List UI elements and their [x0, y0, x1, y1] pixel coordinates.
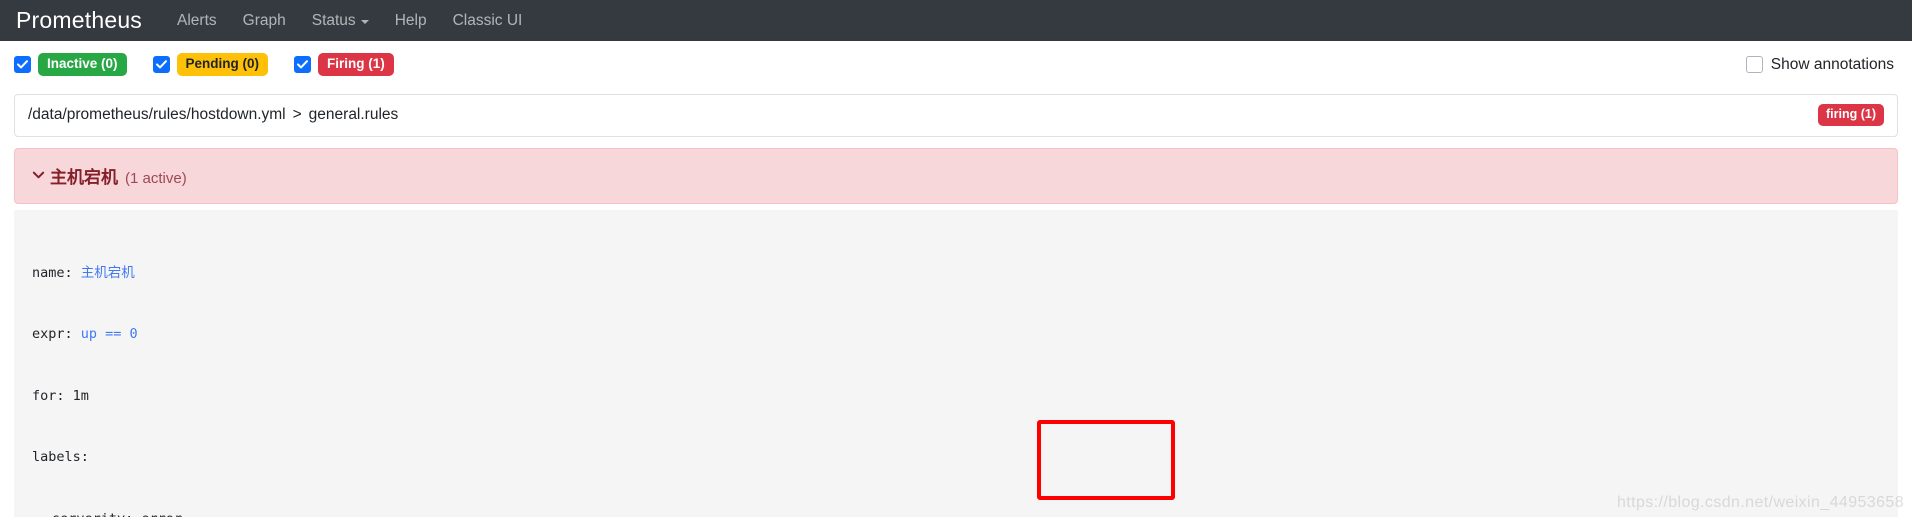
code-line: for: 1m: [14, 386, 1898, 407]
show-annotations-control[interactable]: Show annotations: [1745, 55, 1894, 74]
code-line: labels:: [14, 447, 1898, 468]
code-line: name: 主机宕机: [14, 263, 1898, 284]
nav-link-classic-ui[interactable]: Classic UI: [440, 13, 536, 29]
brand-prometheus[interactable]: Prometheus: [16, 9, 142, 32]
alert-active-count: (1 active): [125, 169, 187, 187]
rule-definition-code: name: 主机宕机 expr: up == 0 for: 1m labels:…: [14, 209, 1898, 517]
yaml-key: name:: [32, 264, 73, 281]
filter-inactive[interactable]: Inactive (0): [14, 53, 127, 77]
chevron-down-icon[interactable]: [31, 167, 46, 187]
filter-row: Inactive (0) Pending (0) Firing (1) Show…: [0, 41, 1912, 86]
nav-link-graph[interactable]: Graph: [230, 13, 299, 29]
watermark: https://blog.csdn.net/weixin_44953658: [1617, 494, 1904, 511]
navbar: Prometheus Alerts Graph Status Help Clas…: [0, 0, 1912, 41]
yaml-value[interactable]: 主机宕机: [81, 265, 135, 281]
checkbox-pending[interactable]: [152, 56, 170, 74]
yaml-key: for:: [32, 387, 65, 404]
nav-link-status[interactable]: Status: [299, 13, 382, 29]
page-root: Prometheus Alerts Graph Status Help Clas…: [0, 0, 1912, 517]
rule-group-card: /data/prometheus/rules/hostdown.yml > ge…: [14, 94, 1898, 137]
badge-firing[interactable]: Firing (1): [318, 53, 394, 77]
rule-group-name: general.rules: [308, 105, 399, 123]
filter-pending[interactable]: Pending (0): [152, 53, 269, 77]
yaml-key: expr:: [32, 326, 73, 343]
yaml-value: error: [141, 511, 182, 517]
code-line: expr: up == 0: [14, 324, 1898, 345]
nav-link-status-label: Status: [311, 11, 356, 29]
yaml-value[interactable]: up == 0: [81, 326, 138, 342]
yaml-key: serverity:: [52, 511, 133, 517]
chevron-down-icon: [360, 19, 369, 24]
code-line: serverity: error: [14, 509, 1898, 517]
badge-inactive[interactable]: Inactive (0): [38, 53, 127, 77]
breadcrumb-separator: >: [292, 105, 302, 123]
nav-link-help[interactable]: Help: [382, 13, 440, 29]
nav-link-alerts[interactable]: Alerts: [164, 13, 230, 29]
filter-firing[interactable]: Firing (1): [294, 53, 394, 77]
checkbox-inactive[interactable]: [14, 56, 31, 74]
badge-pending[interactable]: Pending (0): [176, 53, 269, 77]
yaml-key: labels:: [32, 449, 89, 466]
rule-file-path: /data/prometheus/rules/hostdown.yml: [28, 105, 286, 123]
group-status-badge: firing (1): [1818, 104, 1884, 126]
checkbox-firing[interactable]: [294, 56, 312, 74]
show-annotations-label: Show annotations: [1770, 55, 1894, 73]
checkbox-show-annotations[interactable]: [1745, 56, 1763, 74]
alert-name: 主机宕机: [50, 167, 118, 187]
yaml-value: 1m: [72, 387, 89, 404]
alert-header[interactable]: 主机宕机 (1 active): [14, 147, 1898, 204]
